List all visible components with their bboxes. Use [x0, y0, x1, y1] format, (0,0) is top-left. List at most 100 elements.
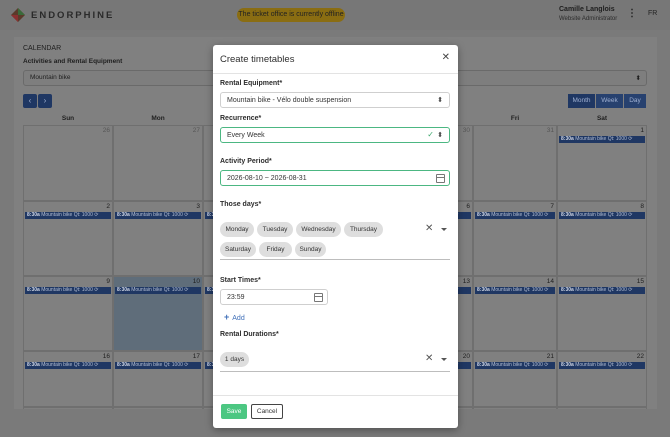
calendar-day-cell[interactable]: 17 8:30a Mountain bike Qt: 1000 ⟳ — [113, 351, 203, 407]
day-number: 10 — [192, 278, 200, 285]
user-name[interactable]: Camille Langlois — [559, 6, 615, 13]
repeat-icon: ⟳ — [542, 212, 549, 218]
cancel-button[interactable]: Cancel — [251, 404, 283, 419]
calendar-title: CALENDAR — [23, 45, 62, 52]
calendar-subtitle: Activities and Rental Equipment — [23, 58, 123, 65]
calendar-day-cell[interactable]: 21 8:30a Mountain bike Qt: 1000 ⟳ — [473, 351, 557, 407]
event-text: Mountain bike Qt: 1000 — [575, 212, 627, 218]
calendar-day-cell[interactable]: 2 8:30a Mountain bike Qt: 1000 ⟳ — [23, 201, 113, 276]
repeat-icon: ⟳ — [92, 287, 99, 293]
select-arrows-icon: ⬍ — [437, 97, 443, 104]
save-button[interactable]: Save — [221, 404, 247, 419]
clear-days-icon[interactable]: ✕ — [425, 223, 433, 234]
calendar-event[interactable]: 8:30a Mountain bike Qt: 1000 ⟳ — [559, 287, 645, 294]
calendar-event[interactable]: 8:30a Mountain bike Qt: 1000 ⟳ — [25, 287, 111, 294]
durations-dropdown-icon[interactable] — [441, 358, 447, 361]
event-time: 8:30a — [477, 212, 490, 218]
repeat-icon: ⟳ — [542, 287, 549, 293]
calendar-icon[interactable] — [314, 293, 323, 302]
calendar-event[interactable]: 8:30a Mountain bike Qt: 1000 ⟳ — [25, 362, 111, 369]
event-time: 8:30a — [27, 287, 40, 293]
calendar-icon[interactable] — [436, 174, 445, 183]
calendar-day-cell[interactable]: 7 8:30a Mountain bike Qt: 1000 ⟳ — [473, 201, 557, 276]
repeat-icon: ⟳ — [92, 362, 99, 368]
day-chip-wednesday[interactable]: Wednesday — [296, 222, 341, 237]
calendar-event[interactable]: 8:30a Mountain bike Qt: 1000 ⟳ — [559, 136, 645, 143]
calendar-event[interactable]: 8:30a Mountain bike Qt: 1000 ⟳ — [115, 212, 201, 219]
calendar-event[interactable]: 8:30a Mountain bike Qt: 1000 ⟳ — [115, 362, 201, 369]
calendar-day-cell[interactable]: 1 8:30a Mountain bike Qt: 1000 ⟳ — [557, 125, 647, 201]
event-time: 8:30a — [561, 287, 574, 293]
event-time: 8:30a — [561, 136, 574, 142]
start-time-input[interactable]: 23:59 — [220, 289, 328, 305]
day-number: 2 — [106, 203, 110, 210]
close-icon[interactable]: ✕ — [442, 52, 450, 63]
view-day-button[interactable]: Day — [624, 94, 646, 108]
rental-equipment-label: Rental Equipment* — [220, 80, 283, 87]
repeat-icon: ⟳ — [626, 212, 633, 218]
days-dropdown-icon[interactable] — [441, 228, 447, 231]
activity-period-input[interactable]: 2026-08-10 ~ 2026-08-31 — [220, 170, 450, 186]
day-number: 6 — [466, 203, 470, 210]
kebab-icon[interactable]: ⋮ — [627, 8, 637, 19]
calendar-event[interactable]: 8:30a Mountain bike Qt: 1000 ⟳ — [475, 212, 555, 219]
calendar-day-cell[interactable]: 26 — [23, 125, 113, 201]
add-start-time-button[interactable]: + Add — [224, 312, 245, 322]
chevron-right-icon: › — [43, 96, 47, 105]
day-number: 7 — [550, 203, 554, 210]
day-number: 22 — [636, 353, 644, 360]
calendar-day-cell[interactable]: 15 8:30a Mountain bike Qt: 1000 ⟳ — [557, 276, 647, 351]
day-chip-sunday[interactable]: Sunday — [295, 242, 326, 257]
event-text: Mountain bike Qt: 1000 — [575, 287, 627, 293]
calendar-event[interactable]: 8:30a Mountain bike Qt: 1000 ⟳ — [25, 212, 111, 219]
calendar-event[interactable]: 8:30a Mountain bike Qt: 1000 ⟳ — [559, 212, 645, 219]
calendar-event[interactable]: 8:30a Mountain bike Qt: 1000 ⟳ — [115, 287, 201, 294]
day-chip-tuesday[interactable]: Tuesday — [257, 222, 293, 237]
view-month-button[interactable]: Month — [568, 94, 595, 108]
day-number: 8 — [640, 203, 644, 210]
calendar-day-cell[interactable]: 16 8:30a Mountain bike Qt: 1000 ⟳ — [23, 351, 113, 407]
repeat-icon: ⟳ — [542, 362, 549, 368]
day-number: 26 — [102, 127, 110, 134]
day-number: 3 — [196, 203, 200, 210]
those-days-label: Those days* — [220, 201, 262, 208]
day-chip-saturday[interactable]: Saturday — [220, 242, 256, 257]
calendar-event[interactable]: 8:30a Mountain bike Qt: 1000 ⟳ — [475, 362, 555, 369]
calendar-day-cell[interactable]: 9 8:30a Mountain bike Qt: 1000 ⟳ — [23, 276, 113, 351]
language-switch[interactable]: FR — [648, 10, 657, 17]
repeat-icon: ⟳ — [626, 136, 633, 142]
calendar-day-cell[interactable]: 31 — [473, 125, 557, 201]
calendar-event[interactable]: 8:30a Mountain bike Qt: 1000 ⟳ — [559, 362, 645, 369]
modal-title: Create timetables — [220, 54, 295, 65]
endorphine-logo — [11, 8, 25, 22]
clear-durations-icon[interactable]: ✕ — [425, 353, 433, 364]
calendar-day-cell[interactable]: 14 8:30a Mountain bike Qt: 1000 ⟳ — [473, 276, 557, 351]
event-text: Mountain bike Qt: 1000 — [131, 212, 183, 218]
event-text: Mountain bike Qt: 1000 — [131, 287, 183, 293]
create-timetables-modal: Create timetables ✕ Rental Equipment* Mo… — [213, 45, 458, 428]
brand-name: ENDORPHINE — [31, 10, 115, 21]
select-arrows-icon: ⬍ — [437, 132, 443, 139]
calendar-day-cell[interactable]: 27 — [113, 125, 203, 201]
prev-month-button[interactable]: ‹ — [23, 94, 37, 108]
calendar-event[interactable]: 8:30a Mountain bike Qt: 1000 ⟳ — [475, 287, 555, 294]
user-role: Website Administrator — [559, 16, 618, 22]
day-header-sun: Sun — [61, 115, 75, 122]
view-week-button[interactable]: Week — [596, 94, 623, 108]
day-chip-monday[interactable]: Monday — [220, 222, 254, 237]
calendar-day-cell[interactable]: 3 8:30a Mountain bike Qt: 1000 ⟳ — [113, 201, 203, 276]
day-number: 27 — [192, 127, 200, 134]
calendar-day-cell[interactable]: 22 8:30a Mountain bike Qt: 1000 ⟳ — [557, 351, 647, 407]
day-chip-friday[interactable]: Friday — [259, 242, 292, 257]
duration-chip[interactable]: 1 days — [220, 352, 249, 367]
rental-equipment-select[interactable]: Mountain bike - Vélo double suspension ⬍ — [220, 92, 450, 108]
calendar-day-cell[interactable]: 8 8:30a Mountain bike Qt: 1000 ⟳ — [557, 201, 647, 276]
day-chip-thursday[interactable]: Thursday — [344, 222, 383, 237]
calendar-day-cell[interactable]: 10 8:30a Mountain bike Qt: 1000 ⟳ — [113, 276, 203, 351]
check-icon: ✓ — [427, 130, 434, 139]
day-number: 21 — [546, 353, 554, 360]
recurrence-select[interactable]: Every Week ✓ ⬍ — [220, 127, 450, 143]
day-header-mon: Mon — [151, 115, 165, 122]
day-number: 14 — [546, 278, 554, 285]
next-month-button[interactable]: › — [38, 94, 52, 108]
